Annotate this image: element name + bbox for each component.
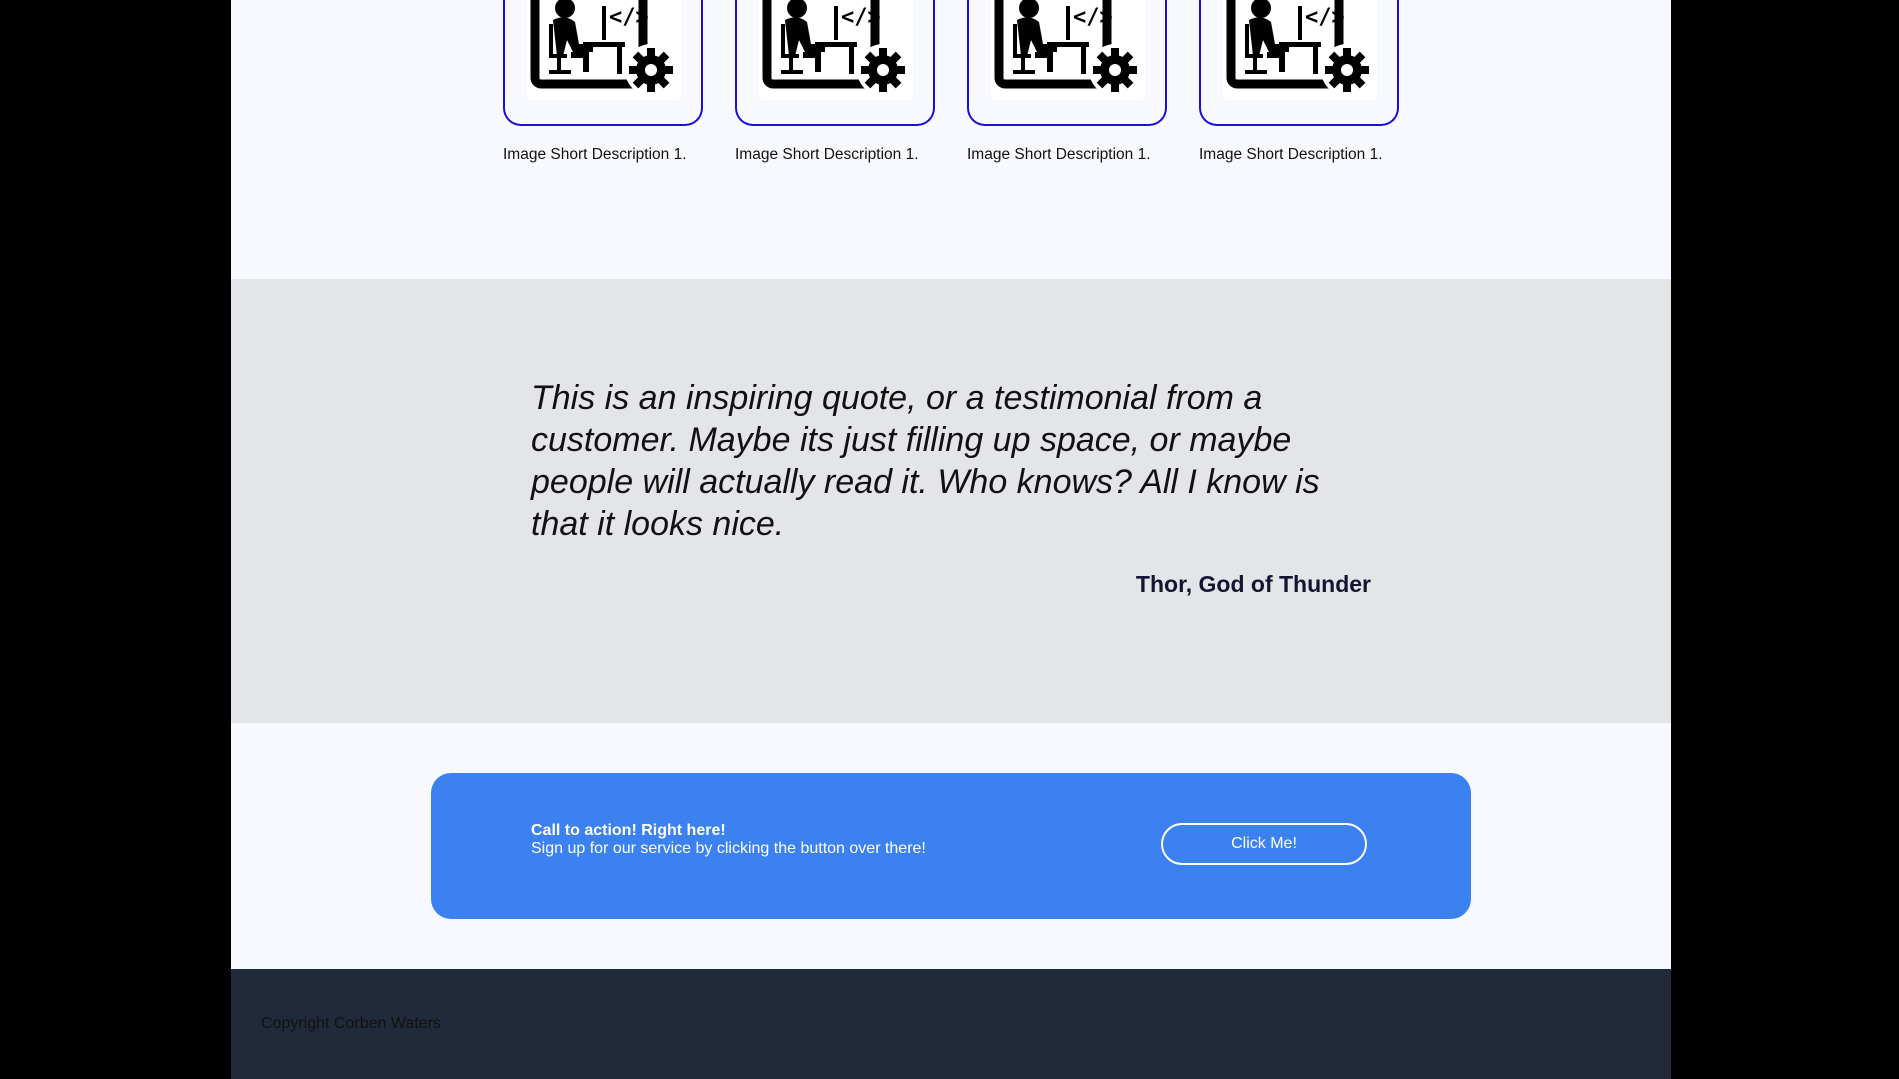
developer-at-desk-icon: </> xyxy=(759,0,913,100)
call-to-action-banner: Call to action! Right here! Sign up for … xyxy=(431,773,1471,919)
testimonial-section: This is an inspiring quote, or a testimo… xyxy=(231,279,1671,723)
developer-at-desk-icon: </> xyxy=(527,0,681,100)
gallery-image-frame[interactable]: </> xyxy=(1199,0,1399,126)
gallery-caption: Image Short Description 1. xyxy=(1199,146,1383,163)
developer-at-desk-icon: </> xyxy=(1223,0,1377,100)
svg-text:</>: </> xyxy=(1073,5,1113,30)
testimonial-author: Thor, God of Thunder xyxy=(1135,571,1371,597)
gallery-caption: Image Short Description 1. xyxy=(735,146,919,163)
svg-text:</>: </> xyxy=(609,5,649,30)
gallery-image-frame[interactable]: </> xyxy=(967,0,1167,126)
gallery-caption: Image Short Description 1. xyxy=(503,146,687,163)
testimonial-quote: This is an inspiring quote, or a testimo… xyxy=(531,379,1320,543)
copyright-text: Copyright Corben Waters xyxy=(261,1015,441,1032)
developer-at-desk-icon: </> xyxy=(991,0,1145,100)
gallery-image-frame[interactable]: </> xyxy=(735,0,935,126)
gallery-caption: Image Short Description 1. xyxy=(967,146,1151,163)
gallery-card: </> Image Short Description 1. xyxy=(1199,0,1431,164)
cta-title: Call to action! Right here! xyxy=(531,822,726,839)
click-me-button[interactable]: Click Me! xyxy=(1161,823,1367,865)
gallery-card: </> Image Short Description 1. xyxy=(503,0,735,164)
image-gallery-section: </> Image Short Description 1. </> Image… xyxy=(231,0,1671,279)
cta-subtitle: Sign up for our service by clicking the … xyxy=(531,840,926,857)
footer: Copyright Corben Waters xyxy=(231,969,1671,1079)
svg-text:</>: </> xyxy=(1305,5,1345,30)
gallery-image-frame[interactable]: </> xyxy=(503,0,703,126)
page: </> Image Short Description 1. </> Image… xyxy=(231,0,1671,1079)
gallery-card: </> Image Short Description 1. xyxy=(967,0,1199,164)
svg-text:</>: </> xyxy=(841,5,881,30)
gallery-card: </> Image Short Description 1. xyxy=(735,0,967,164)
